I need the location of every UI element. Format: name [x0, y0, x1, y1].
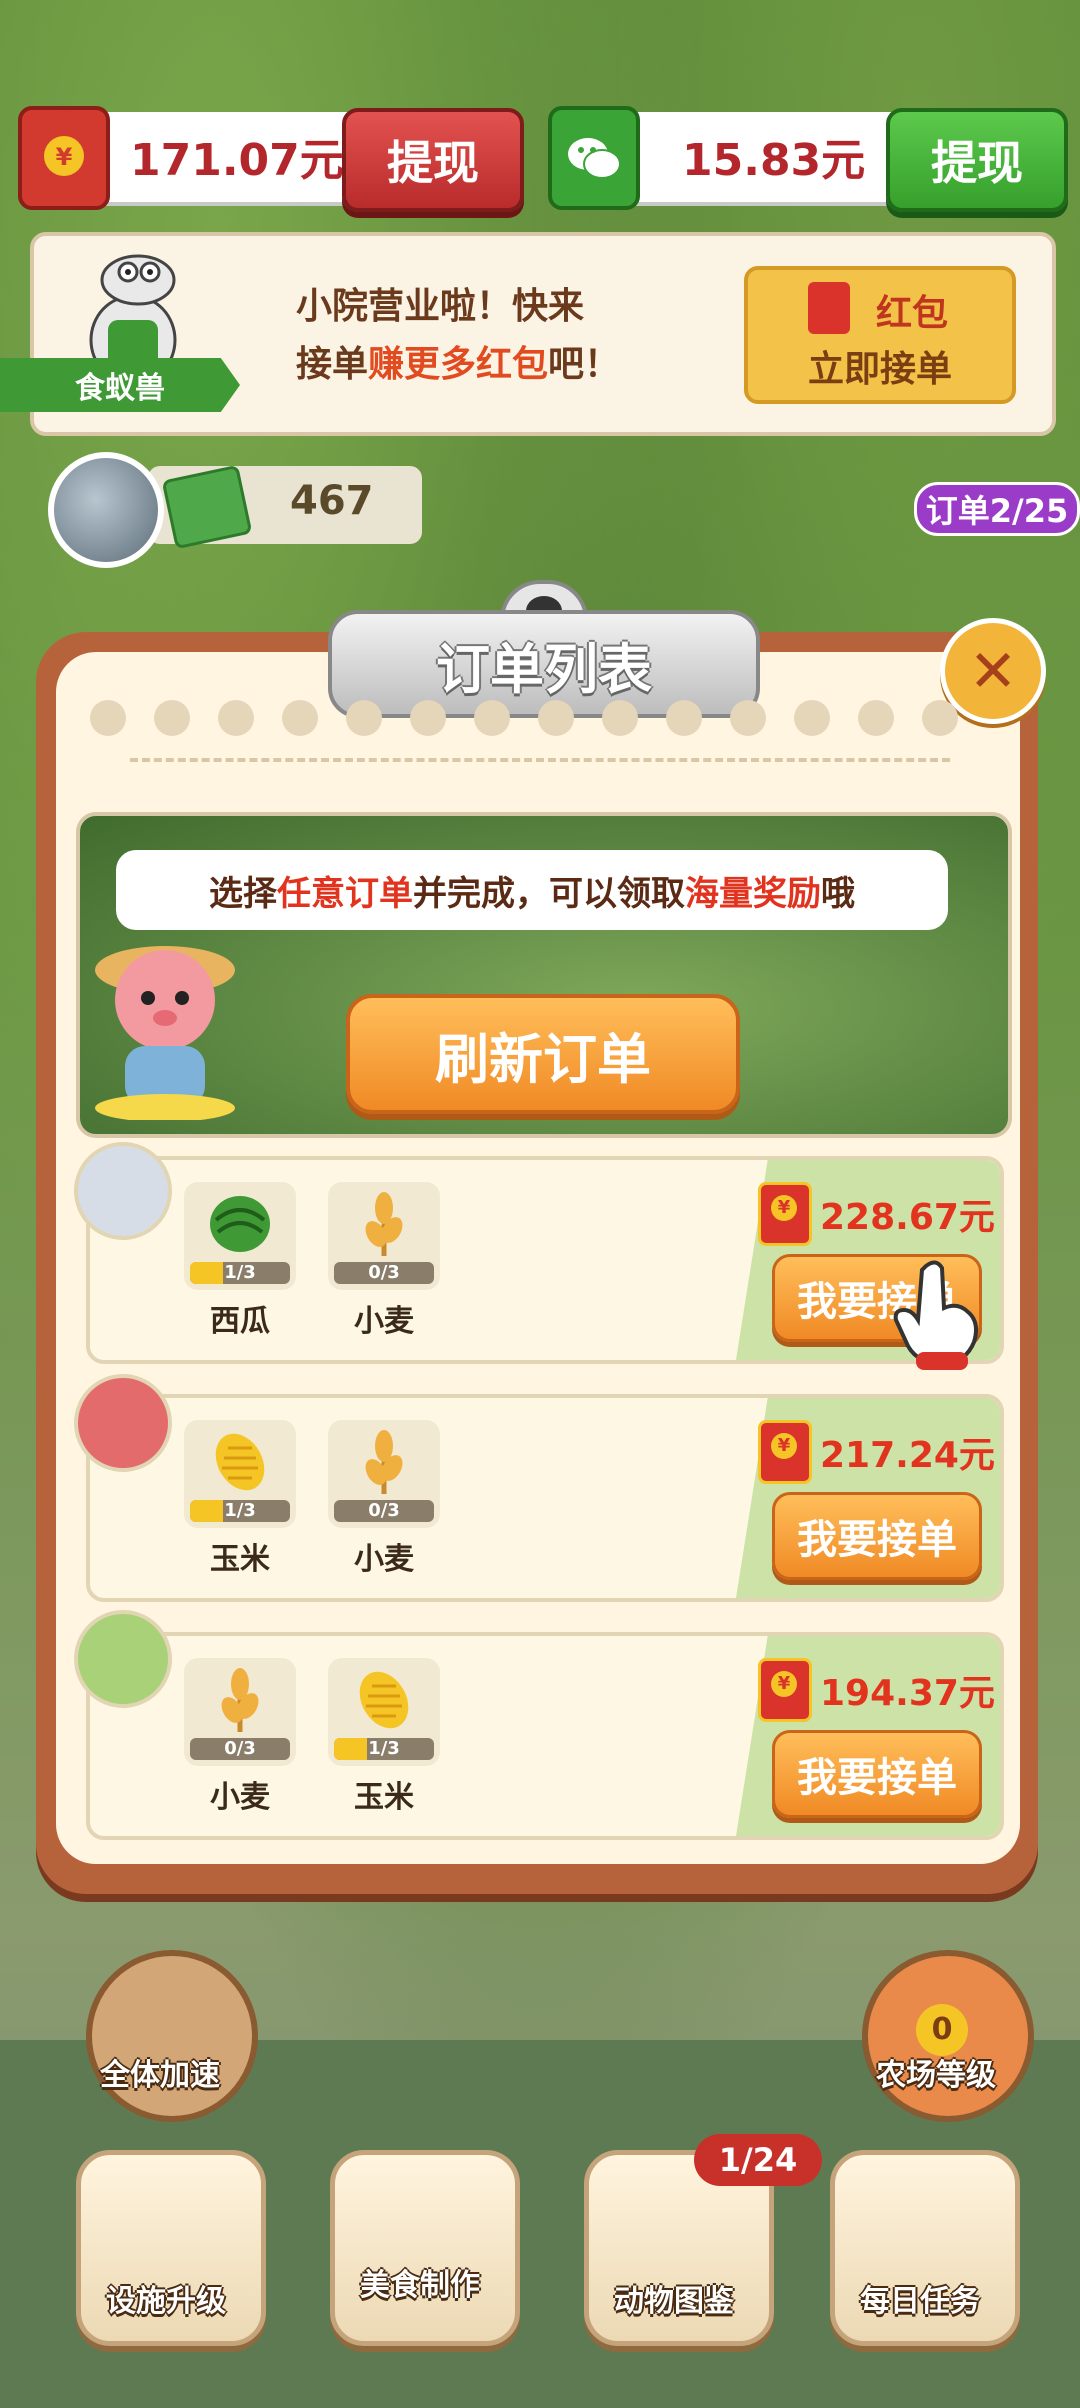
- nav-animal-book-label: 动物图鉴: [614, 2284, 734, 2319]
- order-item-corn: 1/3: [328, 1658, 440, 1766]
- take-order-tag: 红包: [876, 293, 949, 334]
- withdraw-redpacket-button[interactable]: 提现: [342, 108, 524, 212]
- order-item-wheat: 0/3: [184, 1658, 296, 1766]
- order-item-progress: 0/3: [190, 1738, 290, 1760]
- banner-line-2-prefix: 接单: [296, 344, 369, 385]
- redpacket-icon: ¥: [18, 106, 110, 210]
- order-item-watermelon: 1/3: [184, 1182, 296, 1290]
- farm-level-label: 农场等级: [876, 2058, 996, 2093]
- order-reward: 194.37元: [820, 1673, 995, 1714]
- nav-food-making[interactable]: [330, 2150, 520, 2346]
- nav-food-making-label: 美食制作: [360, 2268, 480, 2303]
- accept-order-button[interactable]: 我要接单: [772, 1730, 982, 1818]
- animal-book-badge: 1/24: [694, 2134, 822, 2186]
- speed-up-label: 全体加速: [100, 2058, 220, 2093]
- order-item-progress: 0/3: [334, 1500, 434, 1522]
- redpacket-icon: [758, 1658, 812, 1722]
- bird-customer-avatar: [74, 1374, 172, 1472]
- redpacket-icon: [758, 1182, 812, 1246]
- order-item-label: 小麦: [354, 1304, 414, 1339]
- take-order-now-button[interactable]: 红包 立即接单: [744, 266, 1016, 404]
- order-item-label: 玉米: [210, 1542, 270, 1577]
- money-value: 467: [290, 478, 374, 524]
- promo-message: 选择 任意订单 并完成，可以领取 海量奖励哦: [116, 850, 948, 930]
- wheat-icon: [365, 1192, 403, 1256]
- promo-part-5: 哦: [821, 873, 855, 914]
- order-item-progress: 1/3: [190, 1262, 290, 1284]
- nav-facility-upgrade-label: 设施升级: [106, 2284, 226, 2319]
- banner-line-2-highlight: 赚更多红包: [368, 344, 549, 385]
- accept-order-button[interactable]: 我要接单: [772, 1492, 982, 1580]
- order-item-label: 西瓜: [210, 1304, 270, 1339]
- order-item-progress: 1/3: [334, 1738, 434, 1760]
- refresh-orders-button[interactable]: 刷新订单: [346, 994, 740, 1114]
- banner-line-2-suffix: 吧！: [548, 344, 621, 385]
- promo-part-1: 选择: [209, 873, 277, 914]
- farm-level-value: 0: [916, 2004, 968, 2056]
- order-item-label: 小麦: [210, 1780, 270, 1815]
- decorative-dots: [90, 700, 990, 744]
- character-name-tag: 食蚁兽: [0, 358, 240, 412]
- order-count-badge[interactable]: 订单2/25: [914, 482, 1080, 536]
- order-item-wheat: 0/3: [328, 1182, 440, 1290]
- promo-part-2: 任意订单: [277, 873, 413, 914]
- divider: [130, 758, 950, 762]
- koala-customer-avatar: [74, 1142, 172, 1240]
- order-item-label: 玉米: [354, 1780, 414, 1815]
- pointing-hand-icon: [893, 1260, 978, 1370]
- wechat-icon: [548, 106, 640, 210]
- order-reward: 228.67元: [820, 1197, 995, 1238]
- player-avatar[interactable]: [48, 452, 164, 568]
- wheat-icon: [221, 1668, 259, 1732]
- pink-farmer-character: [95, 946, 235, 1120]
- banner-message: 小院营业啦！快来 接单赚更多红包吧！: [296, 278, 620, 394]
- corn-icon: [215, 1433, 265, 1491]
- order-item-progress: 1/3: [190, 1500, 290, 1522]
- take-order-label: 立即接单: [807, 349, 952, 390]
- promo-part-3: 并完成，可以领取: [413, 873, 685, 914]
- close-icon: ✕: [968, 637, 1018, 705]
- promo-part-4: 海量奖励: [685, 873, 821, 914]
- order-item-progress: 0/3: [334, 1262, 434, 1284]
- svg-text:¥: ¥: [56, 143, 73, 171]
- redpacket-icon: [808, 282, 850, 334]
- banner-line-2: 接单赚更多红包吧！: [296, 336, 620, 394]
- turtle-customer-avatar: [74, 1610, 172, 1708]
- order-item-wheat: 0/3: [328, 1420, 440, 1528]
- speed-up-button[interactable]: [86, 1950, 258, 2122]
- banner-line-1: 小院营业啦！快来: [296, 286, 585, 327]
- withdraw-wechat-button[interactable]: 提现: [886, 108, 1068, 212]
- order-item-label: 小麦: [354, 1542, 414, 1577]
- corn-icon: [359, 1671, 409, 1729]
- order-item-corn: 1/3: [184, 1420, 296, 1528]
- redpacket-icon: [758, 1420, 812, 1484]
- nav-daily-tasks-label: 每日任务: [860, 2284, 980, 2319]
- wechat-balance: 15.83元: [682, 135, 866, 186]
- watermelon-icon: [210, 1196, 270, 1252]
- redpacket-balance: 171.07元: [130, 135, 344, 186]
- order-reward: 217.24元: [820, 1435, 995, 1476]
- wheat-icon: [365, 1430, 403, 1494]
